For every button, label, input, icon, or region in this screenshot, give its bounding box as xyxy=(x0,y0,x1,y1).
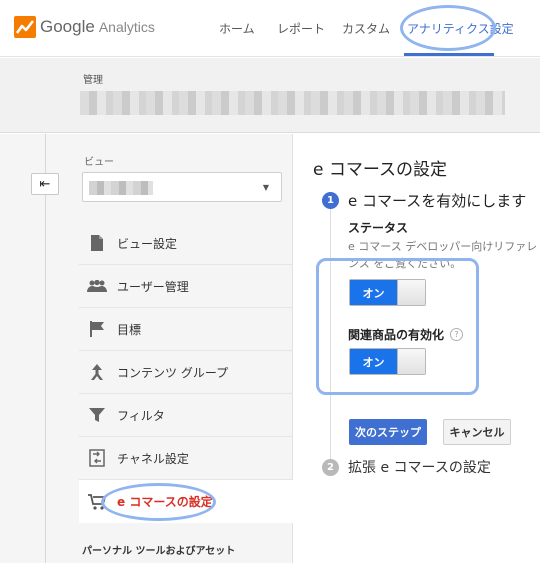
toggle-on-label: オン xyxy=(350,349,397,374)
logo-google-text: Google xyxy=(40,17,95,36)
sidebar-item-filters[interactable]: フィルタ xyxy=(79,394,293,437)
filter-icon xyxy=(87,405,107,425)
cancel-button[interactable]: キャンセル xyxy=(443,419,511,445)
top-bar: Google Analytics ホーム レポート カスタム アナリティクス設定 xyxy=(0,0,540,57)
back-button[interactable]: ⇤ xyxy=(31,173,59,195)
related-products-label: 関連商品の有効化 ? xyxy=(348,326,464,343)
sidebar-item-goals[interactable]: 目標 xyxy=(79,308,293,351)
view-label: ビュー xyxy=(84,157,114,168)
status-label: ステータス xyxy=(348,221,409,235)
sidebar: ⇤ ビュー ▼ ビュー設定 ユーザー管理 目標 コンテンツ グループ フィルタ xyxy=(0,134,300,563)
cart-icon xyxy=(87,492,107,512)
sidebar-divider-line xyxy=(45,134,46,563)
sidebar-item-label: 目標 xyxy=(117,322,142,337)
sidebar-item-label: e コマースの設定 xyxy=(117,495,213,509)
sidebar-item-label: チャネル設定 xyxy=(117,451,189,466)
admin-label: 管理 xyxy=(83,75,103,86)
related-products-text: 関連商品の有効化 xyxy=(348,328,445,342)
flag-icon xyxy=(87,319,107,339)
toggle-on-label: オン xyxy=(350,280,397,305)
sidebar-item-ecommerce-settings[interactable]: e コマースの設定 xyxy=(79,480,293,523)
sidebar-item-label: フィルタ xyxy=(117,408,165,423)
step-1-title: e コマースを有効にします xyxy=(348,192,527,210)
toggle-knob xyxy=(397,280,425,305)
sidebar-item-channel-settings[interactable]: チャネル設定 xyxy=(79,437,293,480)
ecommerce-settings-panel: e コマースの設定 1 e コマースを有効にします ステータス e コマース デ… xyxy=(293,134,540,563)
analytics-logo-icon xyxy=(14,16,36,38)
step-2-title[interactable]: 拡張 e コマースの設定 xyxy=(348,457,491,477)
nav-reports[interactable]: レポート xyxy=(277,20,325,37)
next-step-button[interactable]: 次のステップ xyxy=(349,419,427,445)
sidebar-item-label: コンテンツ グループ xyxy=(117,365,229,380)
nav-active-indicator xyxy=(404,53,494,56)
related-products-toggle[interactable]: オン xyxy=(349,348,426,375)
document-icon xyxy=(87,233,107,253)
nav-home[interactable]: ホーム xyxy=(219,20,255,37)
content-group-icon xyxy=(87,362,107,382)
blurred-view-name xyxy=(89,181,153,195)
account-header: 管理 xyxy=(0,58,540,133)
nav-custom[interactable]: カスタム xyxy=(342,20,390,37)
step-connector-line xyxy=(330,200,331,460)
chevron-down-icon: ▼ xyxy=(262,183,269,192)
help-icon[interactable]: ? xyxy=(450,328,464,341)
logo-analytics-text: Analytics xyxy=(98,19,155,35)
sidebar-item-view-settings[interactable]: ビュー設定 xyxy=(79,222,293,265)
channel-icon xyxy=(87,448,107,468)
view-select[interactable]: ▼ xyxy=(82,172,282,202)
sidebar-item-label: ユーザー管理 xyxy=(117,279,189,294)
step-2-badge: 2 xyxy=(322,459,339,476)
page-title: e コマースの設定 xyxy=(313,160,448,180)
status-description: e コマース デベロッパー向けリファレンス をご覧ください。 xyxy=(348,240,538,270)
people-icon xyxy=(87,276,107,296)
sidebar-item-label: ビュー設定 xyxy=(117,236,178,251)
nav-admin[interactable]: アナリティクス設定 xyxy=(407,20,514,37)
blurred-account-path xyxy=(80,91,505,115)
step-1-badge: 1 xyxy=(322,192,339,209)
personal-tools-heading: パーソナル ツールおよびアセット xyxy=(82,546,236,557)
sidebar-item-content-grouping[interactable]: コンテンツ グループ xyxy=(79,351,293,394)
google-analytics-logo[interactable]: Google Analytics xyxy=(14,16,155,38)
toggle-knob xyxy=(397,349,425,374)
back-arrow-icon: ⇤ xyxy=(39,176,51,192)
sidebar-item-user-management[interactable]: ユーザー管理 xyxy=(79,265,293,308)
ecommerce-status-toggle[interactable]: オン xyxy=(349,279,426,306)
